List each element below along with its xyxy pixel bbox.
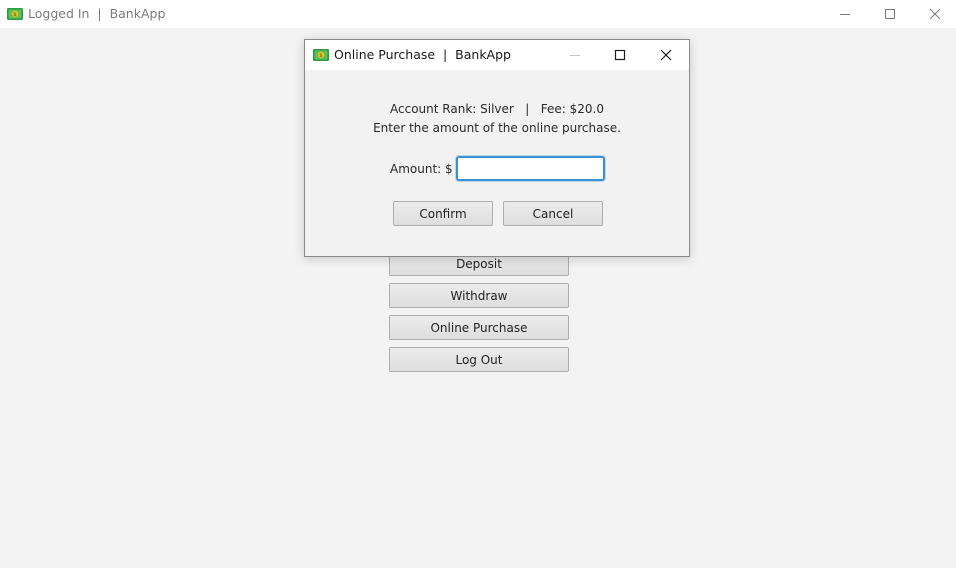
withdraw-button[interactable]: Withdraw — [389, 283, 569, 308]
online-purchase-dialog: $ Online Purchase | BankApp Account Rank… — [304, 39, 690, 257]
close-icon — [660, 49, 672, 61]
svg-text:$: $ — [319, 53, 323, 59]
maximize-button[interactable] — [867, 0, 913, 28]
cancel-button[interactable]: Cancel — [503, 201, 603, 226]
dialog-maximize-button[interactable] — [597, 40, 643, 70]
bankapp-money-icon: $ — [7, 7, 23, 21]
instruction-text: Enter the amount of the online purchase. — [373, 121, 621, 135]
close-button[interactable] — [912, 0, 956, 28]
log-out-button[interactable]: Log Out — [389, 347, 569, 372]
window-title: Logged In | BankApp — [28, 6, 166, 21]
svg-text:$: $ — [13, 12, 17, 18]
amount-label: Amount: $ — [390, 162, 453, 176]
minimize-icon — [570, 55, 580, 56]
minimize-icon — [840, 14, 850, 15]
online-purchase-button[interactable]: Online Purchase — [389, 315, 569, 340]
minimize-button[interactable] — [822, 0, 868, 28]
close-icon — [929, 8, 941, 20]
account-rank-fee-text: Account Rank: Silver | Fee: $20.0 — [390, 102, 604, 116]
dialog-minimize-button[interactable] — [552, 40, 598, 70]
maximize-icon — [614, 49, 626, 61]
bankapp-money-icon: $ — [313, 48, 329, 62]
amount-input[interactable] — [456, 156, 605, 181]
dialog-close-button[interactable] — [643, 40, 689, 70]
confirm-button[interactable]: Confirm — [393, 201, 493, 226]
dialog-title: Online Purchase | BankApp — [334, 47, 511, 62]
maximize-icon — [885, 9, 895, 19]
dialog-titlebar: $ Online Purchase | BankApp — [305, 40, 689, 70]
main-titlebar: $ Logged In | BankApp — [0, 0, 956, 28]
